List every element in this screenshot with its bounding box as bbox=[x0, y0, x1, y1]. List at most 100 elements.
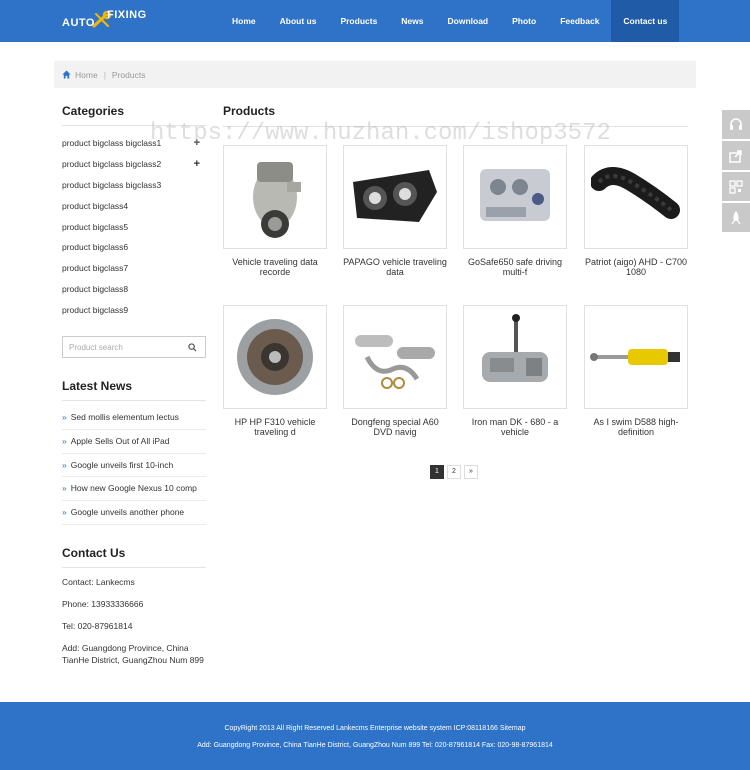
supercharger-image[interactable] bbox=[223, 145, 327, 249]
news-title: Sed mollis elementum lectus bbox=[70, 412, 179, 422]
category-label: product bigclass4 bbox=[62, 200, 129, 211]
category-label: product bigclass bigclass2 bbox=[62, 158, 162, 169]
home-icon bbox=[62, 70, 71, 79]
news-list: » Sed mollis elementum lectus» Apple Sells… bbox=[62, 406, 206, 525]
bullet-icon: » bbox=[62, 459, 67, 470]
category-item[interactable]: product bigclass9 bbox=[62, 300, 206, 321]
contact-person: Contact: Lankecms bbox=[62, 577, 135, 587]
contact-phone: Phone: 13933336666 bbox=[62, 599, 144, 609]
nav-download[interactable]: Download bbox=[436, 0, 501, 42]
product-name[interactable]: As I swim D588 high-definition bbox=[584, 417, 688, 437]
search-icon[interactable] bbox=[188, 343, 197, 352]
product-card[interactable]: HP HP F310 vehicle traveling d bbox=[223, 305, 327, 437]
latest-news-title: Latest News bbox=[62, 379, 133, 393]
category-item[interactable]: product bigclass7 bbox=[62, 258, 206, 279]
divider bbox=[62, 400, 206, 401]
news-title: Google unveils first 10-inch bbox=[70, 459, 174, 470]
news-item[interactable]: » Google unveils another phone bbox=[62, 501, 206, 525]
news-item[interactable]: » How new Google Nexus 10 comp bbox=[62, 477, 206, 502]
category-item[interactable]: product bigclass bigclass1 + bbox=[62, 133, 206, 154]
product-card[interactable]: Iron man DK - 680 - a vehicle bbox=[463, 305, 567, 437]
product-name[interactable]: Iron man DK - 680 - a vehicle bbox=[463, 417, 567, 437]
main-nav: Home About us Products News Download Photo Fee… bbox=[220, 0, 680, 42]
qr-code-icon[interactable] bbox=[722, 172, 750, 201]
category-label: product bigclass bigclass1 bbox=[62, 138, 162, 148]
bullet-icon: » bbox=[62, 412, 67, 422]
category-label: product bigclass7 bbox=[62, 263, 129, 274]
product-card[interactable]: Patriot (aigo) AHD - C700 1080 bbox=[584, 145, 688, 277]
product-card[interactable]: GoSafe650 safe driving multi-f bbox=[463, 145, 567, 277]
product-name[interactable]: Vehicle traveling data recorde bbox=[223, 257, 327, 277]
divider bbox=[62, 567, 206, 568]
categories-title: Categories bbox=[62, 104, 125, 118]
breadcrumb-current[interactable]: Products bbox=[112, 70, 146, 80]
product-card[interactable]: Dongfeng special A60 DVD navig bbox=[343, 305, 447, 437]
next-page-button[interactable]: » bbox=[464, 465, 478, 479]
category-label: product bigclass6 bbox=[62, 242, 129, 253]
footer-address: Add: Guangdong Province, China TianHe Di… bbox=[197, 742, 553, 749]
breadcrumb: Home | Products bbox=[54, 61, 696, 88]
category-item[interactable]: product bigclass6 bbox=[62, 237, 206, 258]
product-name[interactable]: PAPAGO vehicle traveling data bbox=[343, 257, 447, 277]
category-item[interactable]: product bigclass8 bbox=[62, 279, 206, 300]
watermark-text: https://www.huzhan.com/ishop3572 bbox=[150, 120, 611, 147]
nav-feedback[interactable]: Feedback bbox=[548, 0, 611, 42]
nav-contact-us[interactable]: Contact us bbox=[611, 0, 680, 42]
expand-icon[interactable]: + bbox=[194, 133, 200, 154]
search-input[interactable] bbox=[63, 337, 183, 357]
page-button[interactable]: 1 bbox=[430, 465, 444, 479]
footer-copyright: CopyRight 2013 All Right Reserved Lankec… bbox=[224, 725, 526, 732]
product-name[interactable]: HP HP F310 vehicle traveling d bbox=[223, 417, 327, 437]
product-name[interactable]: GoSafe650 safe driving multi-f bbox=[463, 257, 567, 277]
news-item[interactable]: » Apple Sells Out of All iPad bbox=[62, 430, 206, 454]
divider bbox=[223, 126, 688, 127]
product-name[interactable]: Dongfeng special A60 DVD navig bbox=[343, 417, 447, 437]
contact-info: Contact: Lankecms Phone: 13933336666 Tel… bbox=[62, 576, 206, 676]
category-item[interactable]: product bigclass4 bbox=[62, 196, 206, 217]
nav-products[interactable]: Products bbox=[328, 0, 389, 42]
product-card[interactable]: As I swim D588 high-definition bbox=[584, 305, 688, 437]
bullet-icon: » bbox=[62, 507, 67, 518]
news-item[interactable]: » Sed mollis elementum lectus bbox=[62, 406, 206, 430]
page-button[interactable]: 2 bbox=[447, 465, 461, 479]
breadcrumb-home[interactable]: Home bbox=[75, 70, 98, 80]
nav-news[interactable]: News bbox=[389, 0, 435, 42]
contact-us-title: Contact Us bbox=[62, 546, 126, 560]
breadcrumb-separator: | bbox=[103, 69, 106, 80]
product-card[interactable]: PAPAGO vehicle traveling data bbox=[343, 145, 447, 277]
product-card[interactable]: Vehicle traveling data recorde bbox=[223, 145, 327, 277]
news-item[interactable]: » Google unveils first 10-inch bbox=[62, 454, 206, 478]
bullet-icon: » bbox=[62, 435, 67, 446]
back-to-top-icon[interactable] bbox=[722, 203, 750, 232]
contact-tel: Tel: 020-87961814 bbox=[62, 621, 133, 631]
divider bbox=[62, 125, 206, 126]
logo-fixing-text: FIXING bbox=[107, 9, 147, 21]
nav-about-us[interactable]: About us bbox=[268, 0, 329, 42]
product-search bbox=[62, 336, 206, 358]
engine-block-image[interactable] bbox=[463, 145, 567, 249]
contact-address: Add: Guangdong Province, China TianHe Di… bbox=[62, 643, 204, 665]
intake-hose-image[interactable] bbox=[584, 145, 688, 249]
nav-home[interactable]: Home bbox=[220, 0, 268, 42]
news-title: Google unveils another phone bbox=[70, 507, 185, 518]
category-item[interactable]: product bigclass5 bbox=[62, 217, 206, 238]
shock-absorber-image[interactable] bbox=[584, 305, 688, 409]
gearbox-image[interactable] bbox=[223, 305, 327, 409]
category-list: product bigclass bigclass1 + product bigcl… bbox=[62, 133, 206, 321]
share-icon[interactable] bbox=[722, 141, 750, 170]
exhaust-system-image[interactable] bbox=[343, 305, 447, 409]
category-item[interactable]: product bigclass bigclass3 bbox=[62, 175, 206, 196]
site-header: AUTO FIXING Home About us Products News Down… bbox=[0, 0, 750, 42]
expand-icon[interactable]: + bbox=[194, 154, 200, 175]
category-label: product bigclass5 bbox=[62, 221, 129, 232]
bullet-icon: » bbox=[62, 483, 67, 494]
category-label: product bigclass bigclass3 bbox=[62, 179, 162, 190]
logo[interactable]: AUTO FIXING bbox=[62, 7, 152, 33]
customer-service-icon[interactable] bbox=[722, 110, 750, 139]
product-name[interactable]: Patriot (aigo) AHD - C700 1080 bbox=[584, 257, 688, 277]
category-item[interactable]: product bigclass bigclass2 + bbox=[62, 154, 206, 175]
nav-photo[interactable]: Photo bbox=[500, 0, 548, 42]
transmission-image[interactable] bbox=[463, 305, 567, 409]
news-title: Apple Sells Out of All iPad bbox=[70, 435, 170, 446]
headlight-image[interactable] bbox=[343, 145, 447, 249]
